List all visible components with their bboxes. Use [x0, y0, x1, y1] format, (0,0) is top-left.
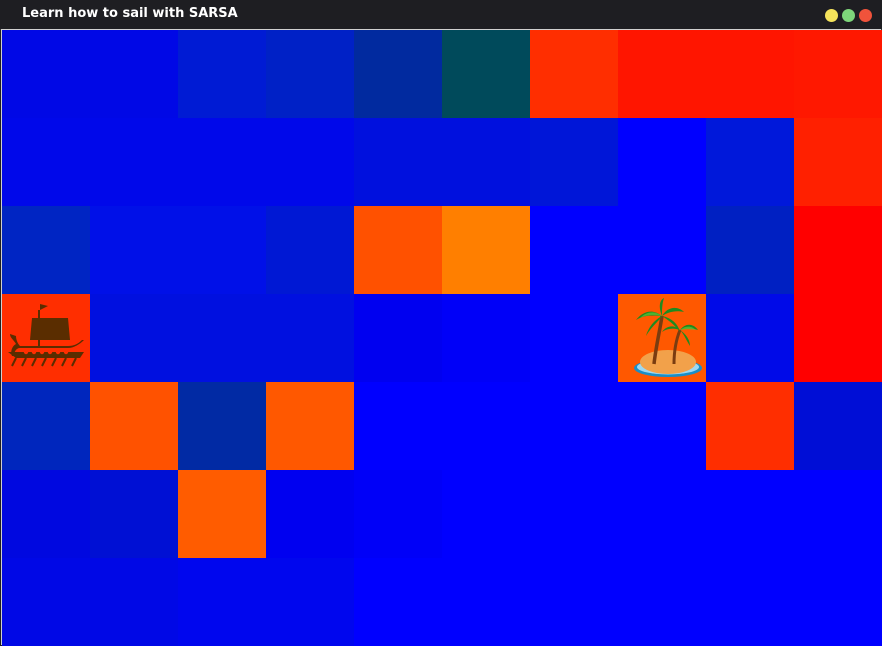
grid-cell [90, 206, 178, 294]
palm-island-icon [634, 298, 702, 377]
grid-cell [530, 470, 618, 558]
grid-cell [442, 30, 530, 118]
grid-cell [2, 118, 90, 206]
grid-cell [178, 470, 266, 558]
grid-cell [266, 118, 354, 206]
grid-cell [706, 558, 794, 646]
maximize-button[interactable] [842, 9, 855, 22]
grid-cell [442, 294, 530, 382]
grid-cell [178, 30, 266, 118]
grid-cell [530, 118, 618, 206]
grid-cell [794, 470, 882, 558]
grid-cell [2, 30, 90, 118]
grid-cell [442, 206, 530, 294]
sea-grid [1, 29, 882, 646]
grid-cell [442, 382, 530, 470]
grid-cell [90, 30, 178, 118]
title-bar[interactable]: Learn how to sail with SARSA [0, 0, 882, 30]
grid-cell [530, 30, 618, 118]
grid-cell [354, 294, 442, 382]
grid-cell [706, 294, 794, 382]
grid-cell [794, 30, 882, 118]
grid-cell [618, 558, 706, 646]
minimize-button[interactable] [825, 9, 838, 22]
grid-cell [794, 118, 882, 206]
grid-cell [354, 382, 442, 470]
grid-cell [178, 206, 266, 294]
viking-ship-icon-cell [2, 294, 90, 382]
grid-cell [354, 470, 442, 558]
viking-ship-icon [8, 304, 84, 367]
grid-cell [178, 118, 266, 206]
grid-cell [794, 206, 882, 294]
grid-cell [706, 382, 794, 470]
grid-cell [354, 206, 442, 294]
grid-cell [442, 470, 530, 558]
grid-cell [618, 206, 706, 294]
grid-cell [706, 206, 794, 294]
grid-cell [794, 382, 882, 470]
grid-cell [530, 382, 618, 470]
grid-cell [618, 382, 706, 470]
grid-cell [90, 470, 178, 558]
grid-cell [90, 294, 178, 382]
grid-cell [794, 558, 882, 646]
grid-cell [354, 118, 442, 206]
grid-cell [354, 558, 442, 646]
grid-cell [2, 470, 90, 558]
grid-cell [706, 118, 794, 206]
grid-cell [266, 294, 354, 382]
grid-cell [178, 558, 266, 646]
grid-cell [266, 470, 354, 558]
grid-cell [530, 206, 618, 294]
grid-cell [618, 118, 706, 206]
grid-cell [2, 558, 90, 646]
grid-cell [90, 118, 178, 206]
grid-cell [354, 30, 442, 118]
grid-cell [618, 470, 706, 558]
palm-island-icon-cell [618, 294, 706, 382]
grid-cell [90, 558, 178, 646]
grid-cell [618, 30, 706, 118]
app-window: Learn how to sail with SARSA [0, 0, 882, 646]
grid-cell [706, 30, 794, 118]
grid-cell [266, 30, 354, 118]
grid-cell [442, 558, 530, 646]
grid-cell [794, 294, 882, 382]
window-controls [825, 9, 872, 22]
grid-cell [266, 558, 354, 646]
grid-cell [530, 294, 618, 382]
window-title: Learn how to sail with SARSA [22, 6, 238, 21]
grid-cell [2, 382, 90, 470]
grid-cell [266, 206, 354, 294]
grid-cell [90, 382, 178, 470]
close-button[interactable] [859, 9, 872, 22]
grid-cell [178, 294, 266, 382]
grid-cell [178, 382, 266, 470]
grid-cell [442, 118, 530, 206]
grid-cell [530, 558, 618, 646]
grid-cell [266, 382, 354, 470]
grid-cell [706, 470, 794, 558]
grid-cell [2, 206, 90, 294]
